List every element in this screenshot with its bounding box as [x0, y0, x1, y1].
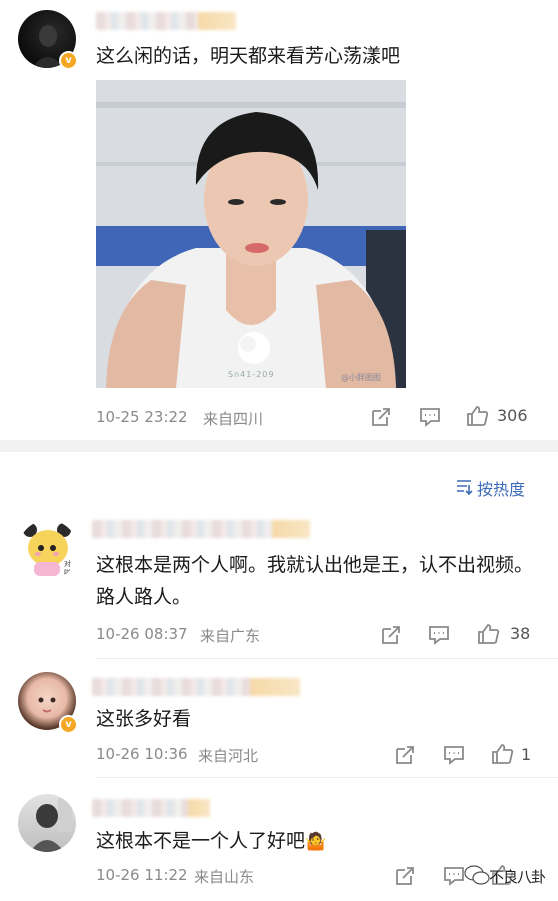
comment-text: 这么闲的话，明天都来看芳心荡漾吧: [96, 45, 401, 67]
comment-time: 10-25 23:22: [96, 408, 188, 426]
reply-time: 10-26 10:36: [96, 745, 188, 763]
reply-3-text-line: 这根本不是一个人了好吧🤷: [96, 825, 536, 858]
share-icon[interactable]: [370, 406, 392, 428]
comment-icon[interactable]: [443, 865, 465, 887]
comment-icon[interactable]: [428, 624, 450, 646]
like-icon[interactable]: [466, 404, 490, 428]
reply-text: 这张多好看: [96, 708, 192, 730]
reply-source: 来自河北: [198, 747, 259, 765]
verified-badge-icon: v: [59, 715, 78, 734]
share-icon[interactable]: [380, 624, 402, 646]
svg-text:对: 对: [64, 559, 71, 568]
like-icon[interactable]: [477, 622, 501, 646]
like-icon[interactable]: [491, 742, 515, 766]
username-redacted[interactable]: [96, 12, 236, 30]
watermark-text: 不良八卦: [489, 868, 546, 886]
share-icon[interactable]: [394, 865, 416, 887]
reply-time: 10-26 08:37: [96, 625, 188, 643]
username-redacted[interactable]: [92, 799, 210, 817]
like-count: 38: [510, 624, 531, 643]
divider: [96, 658, 558, 659]
like-count: 1: [521, 745, 532, 764]
verified-badge-icon: v: [59, 51, 78, 70]
comment-icon[interactable]: [419, 406, 441, 428]
cartoon-avatar: 对 啦: [23, 523, 71, 577]
wechat-watermark-icon: [464, 865, 490, 885]
sort-label[interactable]: 按热度: [477, 476, 525, 500]
avatar-photo: [30, 798, 72, 852]
image-watermark-right: @小胖图图: [341, 373, 381, 382]
image-watermark-left: Sn41-209: [228, 370, 275, 379]
share-icon[interactable]: [394, 744, 416, 766]
comment-icon[interactable]: [443, 744, 465, 766]
reply-text: 这根本不是一个人了好吧: [96, 830, 306, 852]
comment-source: 来自四川: [203, 410, 264, 428]
shrug-emoji-icon: 🤷: [305, 832, 327, 852]
avatar[interactable]: 对 啦: [18, 520, 78, 580]
section-divider: [0, 440, 558, 452]
divider: [96, 777, 558, 778]
photo-illustration: [96, 80, 406, 388]
reply-source: 来自山东: [194, 868, 255, 886]
username-redacted[interactable]: [92, 678, 300, 696]
sort-icon[interactable]: [455, 478, 473, 496]
post-image[interactable]: Sn41-209 @小胖图图: [96, 80, 406, 388]
reply-text: 这根本是两个人啊。我就认出他是王，认不出视频。路人路人。: [96, 554, 534, 608]
reply-time: 10-26 11:22: [96, 866, 188, 884]
username-redacted[interactable]: [92, 520, 310, 538]
avatar[interactable]: [18, 794, 76, 852]
reply-source: 来自广东: [200, 627, 261, 645]
svg-text:啦: 啦: [64, 568, 71, 577]
like-count: 306: [497, 406, 528, 425]
